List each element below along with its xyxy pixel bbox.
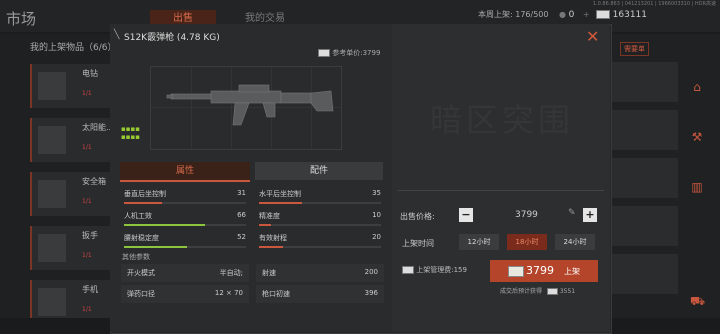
grid-item[interactable] [612,62,678,102]
grid-item[interactable] [612,158,678,198]
dialog-title: S12K霰弹枪 (4.78 KG) [124,33,220,43]
after-value: 3551 [559,288,576,295]
ammo-indicator: ▪▪▪▪ ▪▪▪▪ [121,125,140,141]
item-name: 电钻 [82,69,98,78]
item-tag: 1/1 [82,144,92,151]
cart-icon[interactable]: ⛟ [690,294,705,308]
watermark-logo: 暗区突围 [430,101,575,139]
item-tag: 1/1 [82,252,92,259]
expected-earnings: 成交后预计获得 3551 [500,286,575,295]
item-name: 安全箱 [82,177,106,186]
cash-icon [402,266,414,274]
stat-accuracy: 精准度 10 [256,208,384,228]
cash-icon [318,49,330,57]
version-text: 1.0.86.863 | 041213201 | 1966003310 | HD… [592,1,716,7]
item-name: 手机 [82,285,98,294]
duration-24h[interactable]: 24小时 [555,234,595,250]
param-fire-mode: 开火模式 半自动; [121,264,249,282]
item-tag: 1/1 [82,90,92,97]
tab-accessories[interactable]: 配件 [255,162,383,180]
item-tag: 1/1 [82,306,92,313]
fee-value: 159 [453,266,467,274]
item-thumbnail [38,72,66,100]
my-listings-header: 我的上架物品（6/6） [30,43,117,53]
reference-price: 参考单价:3799 [318,48,380,58]
weapon-type-icon: ╲ [114,30,120,40]
page-title: 市场 [6,10,37,28]
item-name: 太阳能... [82,123,114,132]
stat-bar-fill [259,246,284,248]
listing-fee: 上架管理费:159 [402,265,467,275]
ref-price-value: 3799 [362,49,381,57]
stat-effective-range: 有效射程 20 [256,230,384,250]
stat-bar-fill [124,224,205,226]
item-thumbnail [38,126,66,154]
sell-price-label: 出售价格: [400,212,435,221]
weapon-image-frame [150,66,342,150]
shotgun-image [166,84,334,126]
other-params-label: 其他参数 [122,253,150,261]
stat-ergonomics: 人机工效 66 [121,208,249,228]
param-caliber: 弹药口径 12 × 70 [121,285,249,303]
ref-price-label: 参考单价: [332,49,363,57]
cash-icon [596,10,611,19]
after-label: 成交后预计获得 [500,288,543,295]
sell-price-input[interactable]: 3799 [515,210,538,220]
plus-icon[interactable]: + [583,10,590,19]
cash-icon [546,288,558,295]
list-item[interactable]: 电钻 1/1 [30,64,118,108]
edit-icon[interactable]: ✎ [568,208,576,218]
weekly-listed-text: 本周上架: 176/500 [478,10,549,19]
grid-item[interactable] [612,254,678,294]
duration-12h[interactable]: 12小时 [459,234,499,250]
tool-icon[interactable]: ⚒ [690,130,704,144]
coin-count: 0 [568,10,575,20]
list-item[interactable]: 安全箱 1/1 [30,172,118,216]
stat-bar-fill [259,224,272,226]
currency-amount: 163111 [612,10,647,20]
fee-label: 上架管理费: [416,266,454,274]
coin-icon: ● [559,10,567,19]
list-label: 上架 [564,267,580,276]
increase-price-button[interactable]: + [583,208,597,222]
list-item[interactable]: 扳手 1/1 [30,226,118,270]
requirement-badge: 需要单 [620,42,649,56]
home-icon[interactable]: ⌂ [690,80,704,94]
stat-hipfire-stability: 腰射稳定度 52 [121,230,249,250]
chart-icon[interactable]: ▥ [690,180,704,194]
item-tag: 1/1 [82,198,92,205]
stat-vertical-recoil: 垂直后坐控制 31 [121,186,249,206]
item-thumbnail [38,234,66,262]
item-thumbnail [38,180,66,208]
item-thumbnail [38,288,66,316]
stat-bar-fill [259,202,302,204]
stat-horizontal-recoil: 水平后坐控制 35 [256,186,384,206]
list-amount: 3799 [526,264,554,277]
param-muzzle-velocity: 枪口初速 396 [256,285,384,303]
stat-bar-fill [124,202,162,204]
list-button[interactable]: 3799 上架 [490,260,598,282]
param-fire-rate: 射速 200 [256,264,384,282]
duration-18h[interactable]: 18小时 [507,234,547,250]
grid-item[interactable] [612,110,678,150]
decrease-price-button[interactable]: − [459,208,473,222]
grid-item[interactable] [612,206,678,246]
item-name: 扳手 [82,231,98,240]
divider [398,190,604,191]
weekly-listed-counter: 本周上架: 176/500 ● 0 + 163111 [478,9,647,20]
tab-attributes[interactable]: 属性 [120,162,250,182]
close-icon[interactable]: ✕ [586,27,599,46]
duration-label: 上架时间 [402,239,434,248]
stat-bar-fill [124,246,188,248]
list-item[interactable]: 太阳能... 1/1 [30,118,118,162]
cash-icon [508,266,524,277]
